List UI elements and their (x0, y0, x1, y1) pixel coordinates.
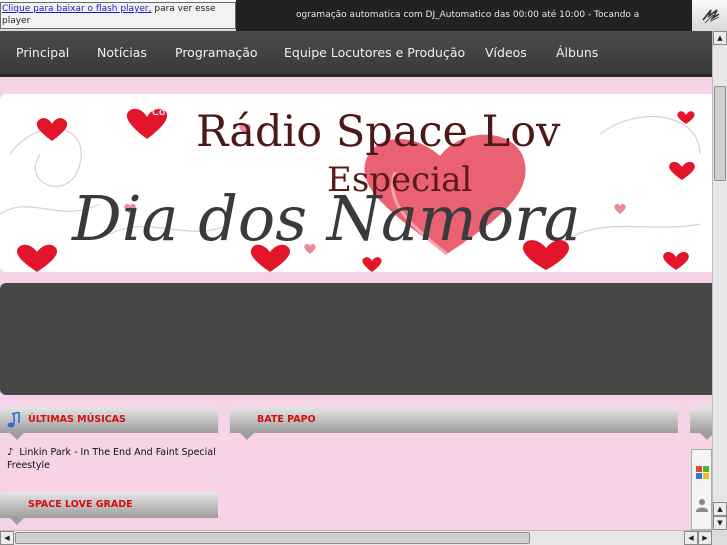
recent-song-item: ♪ Linkin Park - In The End And Faint Spec… (7, 446, 217, 472)
main-nav: Principal Notícias Programação Equipe Lo… (0, 31, 712, 77)
flash-notice: Clique para baixar o flash player, para … (0, 2, 236, 29)
top-bar: Clique para baixar o flash player, para … (0, 0, 727, 32)
recent-songs-title: ÚLTIMAS MÚSICAS (28, 414, 126, 425)
vertical-scroll-thumb[interactable] (714, 86, 726, 181)
header-pointer (10, 433, 24, 440)
nav-equipe[interactable]: Equipe Locutores e Produção (284, 31, 465, 74)
arrow-up-icon[interactable]: ▲ (713, 31, 727, 45)
music-note-icon (7, 412, 20, 428)
banner-artwork: Rádio Space Lov Especial Dia dos Namora (0, 107, 701, 272)
nav-videos[interactable]: Vídeos (485, 31, 527, 74)
header-pointer (240, 433, 254, 440)
grade-header: SPACE LOVE GRADE (0, 492, 218, 525)
right-panel-header (690, 407, 714, 440)
chat-header: BATE PAPO (230, 407, 678, 440)
arrow-left-icon[interactable]: ◀ (684, 531, 698, 545)
arrow-up-icon[interactable]: ▲ (713, 502, 727, 516)
horizontal-scrollbar[interactable]: ◀ ◀ ▶ (0, 530, 712, 545)
arrow-left-icon[interactable]: ◀ (0, 531, 14, 545)
wave-logo-icon[interactable] (701, 6, 721, 26)
nav-principal[interactable]: Principal (16, 31, 69, 74)
recent-songs-header: ÚLTIMAS MÚSICAS (0, 407, 218, 440)
now-playing-ticker: ogramação automatica com DJ_Automatico d… (236, 0, 692, 31)
music-note-icon: ♪ (7, 447, 14, 458)
chat-title: BATE PAPO (257, 414, 316, 425)
banner-script: Dia dos Namora (71, 182, 581, 255)
arrow-right-icon[interactable]: ▶ (698, 531, 712, 545)
player-area (0, 283, 712, 395)
chat-widget-edge[interactable] (691, 449, 712, 530)
nav-programacao[interactable]: Programação (175, 31, 258, 74)
horizontal-scroll-thumb[interactable] (15, 532, 530, 544)
scrollbar-corner (712, 530, 727, 545)
user-icon (696, 499, 708, 512)
vertical-scrollbar[interactable]: ▲ ▲ ▼ (712, 31, 727, 530)
banner-small-text: Co (152, 107, 166, 118)
flash-download-link[interactable]: Clique para baixar o flash player, (2, 4, 152, 14)
windows-logo-icon (696, 466, 709, 479)
banner: Rádio Space Lov Especial Dia dos Namora … (0, 94, 712, 272)
grade-title: SPACE LOVE GRADE (28, 499, 133, 510)
header-pointer (10, 518, 24, 525)
recent-song-title: Linkin Park - In The End And Faint Speci… (7, 447, 216, 471)
banner-title: Rádio Space Lov (196, 107, 561, 157)
nav-noticias[interactable]: Notícias (97, 31, 147, 74)
nav-albuns[interactable]: Álbuns (556, 31, 598, 74)
arrow-down-icon[interactable]: ▼ (713, 516, 727, 530)
